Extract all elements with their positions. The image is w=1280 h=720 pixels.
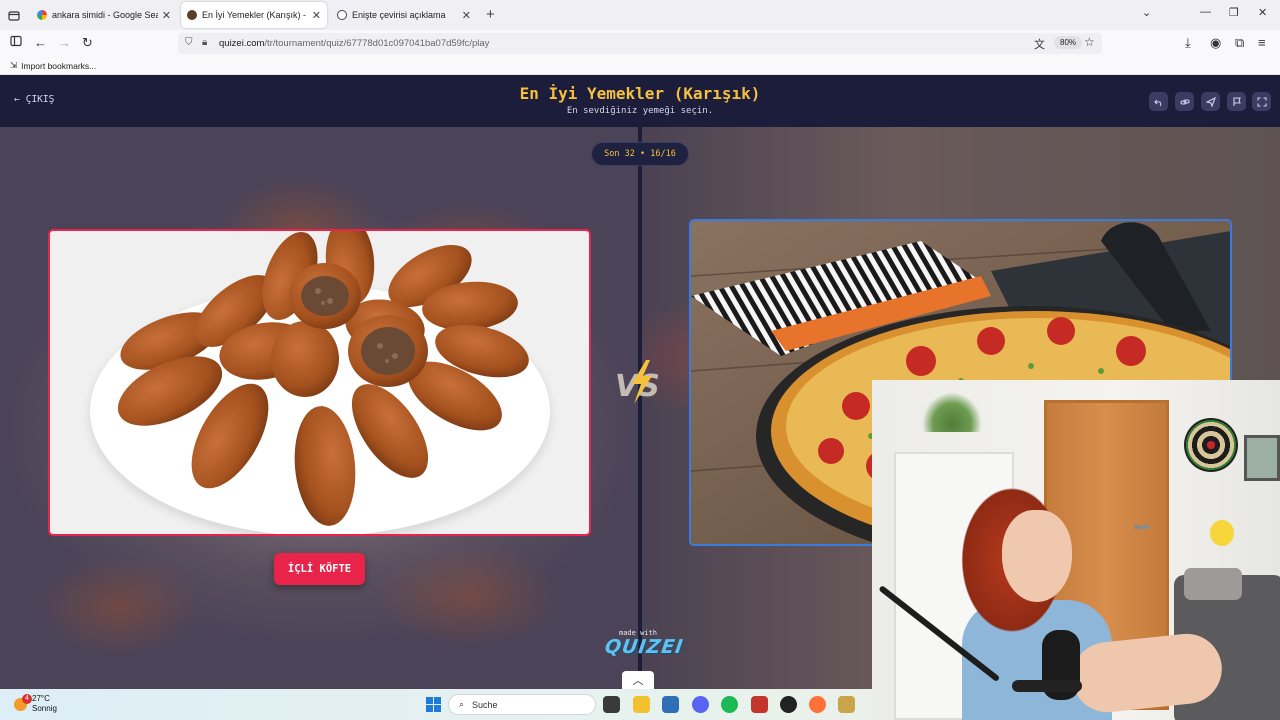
- weather-condition: Sonnig: [32, 704, 57, 713]
- address-bar[interactable]: ⛉ 🔒︎ quizei.com/tr/tournament/quiz/67778…: [178, 33, 1102, 54]
- tab-title: Enişte çevirisi açıklama: [352, 10, 446, 20]
- firefox-icon[interactable]: [809, 696, 826, 713]
- tab-translation[interactable]: Enişte çevirisi açıklama ✕: [331, 2, 477, 28]
- game-launcher-icon[interactable]: [838, 696, 855, 713]
- translate-icon[interactable]: 文: [1034, 36, 1045, 52]
- lock-icon[interactable]: 🔒︎: [202, 37, 207, 48]
- link-icon: [1179, 98, 1190, 105]
- kofte-image: [117, 231, 529, 526]
- round-badge: Son 32 • 16/16: [591, 142, 689, 166]
- undo-button[interactable]: [1149, 92, 1168, 111]
- task-view-icon[interactable]: [603, 696, 620, 713]
- link-button[interactable]: [1175, 92, 1194, 111]
- extensions-icon[interactable]: ⧉: [1235, 35, 1244, 51]
- url-text[interactable]: quizei.com/tr/tournament/quiz/67778d01c0…: [219, 38, 489, 49]
- close-tab-icon[interactable]: ✕: [162, 9, 171, 22]
- taskbar-search[interactable]: ⌕ Suche: [448, 694, 596, 715]
- google-icon: [37, 10, 47, 20]
- dartboard-image: [1184, 418, 1238, 472]
- forward-icon[interactable]: →: [58, 35, 71, 50]
- search-icon: ⌕: [459, 699, 465, 709]
- discord-icon[interactable]: [692, 696, 709, 713]
- notification-badge: 4: [22, 693, 32, 704]
- fullscreen-icon: [1256, 96, 1267, 107]
- browser-tab-bar: ankara simidi - Google Search ✕ En İyi Y…: [0, 0, 1280, 30]
- new-tab-icon[interactable]: +: [486, 6, 495, 23]
- search-placeholder: Suche: [472, 699, 498, 710]
- center-divider: [638, 127, 642, 689]
- quiz-subtitle: En sevdiğiniz yemeği seçin.: [566, 106, 714, 116]
- import-bookmarks[interactable]: ⇲ Import bookmarks...: [10, 60, 96, 71]
- obs-icon[interactable]: [780, 696, 797, 713]
- zoom-level[interactable]: 80%: [1054, 36, 1083, 49]
- report-button[interactable]: [1227, 92, 1246, 111]
- scroll-up-button[interactable]: ︿: [622, 671, 654, 689]
- close-tab-icon[interactable]: ✕: [462, 9, 471, 22]
- tab-title: En İyi Yemekler (Karışık) - Quizei: [202, 10, 308, 20]
- import-bookmarks-label: Import bookmarks...: [21, 60, 97, 71]
- mic-mount-image: [1012, 680, 1082, 692]
- temperature: 27°C: [32, 694, 50, 703]
- close-tab-icon[interactable]: ✕: [312, 9, 321, 22]
- quizei-logo[interactable]: QUIZEI: [603, 636, 685, 658]
- undo-icon: [1153, 99, 1161, 106]
- minimize-icon[interactable]: —: [1200, 6, 1211, 18]
- plant-image: [922, 392, 982, 432]
- door-handle-image: [1134, 525, 1150, 529]
- pillow-image: [1184, 568, 1242, 600]
- back-icon[interactable]: ←: [34, 35, 47, 50]
- tab-google-search[interactable]: ankara simidi - Google Search ✕: [31, 2, 177, 28]
- fullscreen-button[interactable]: [1252, 92, 1271, 111]
- left-choice-label[interactable]: İÇLİ KÖFTE: [274, 553, 365, 585]
- svg-text:VS: VS: [615, 369, 660, 404]
- spotify-icon[interactable]: [721, 696, 738, 713]
- plush-toy-image: [1210, 520, 1234, 546]
- downloads-icon[interactable]: ⤓: [1185, 35, 1191, 51]
- person-face: [1002, 510, 1072, 602]
- close-window-icon[interactable]: ✕: [1258, 6, 1267, 19]
- share-button[interactable]: [1201, 92, 1220, 111]
- shield-icon[interactable]: ⛉: [185, 37, 193, 48]
- menu-icon[interactable]: ≡: [1258, 35, 1266, 50]
- account-icon[interactable]: ◉: [1210, 35, 1221, 51]
- file-explorer-icon[interactable]: [633, 696, 650, 713]
- reload-icon[interactable]: ↻: [82, 35, 93, 51]
- flag-icon: [1232, 96, 1241, 106]
- weather-widget[interactable]: 4 27°C Sonnig: [14, 693, 57, 714]
- list-all-tabs-icon[interactable]: ⌄: [1142, 6, 1151, 19]
- vs-lightning-icon: VS: [615, 360, 660, 404]
- voicemeeter-icon[interactable]: [751, 696, 768, 713]
- left-choice-card[interactable]: [48, 229, 591, 536]
- tab-title: ankara simidi - Google Search: [52, 10, 158, 20]
- url-host: quizei.com: [219, 38, 265, 49]
- webcam-overlay: [872, 380, 1280, 720]
- bookmarks-toolbar: ⇲ Import bookmarks...: [0, 57, 1280, 75]
- send-icon: [1205, 96, 1216, 107]
- quiz-title: En İyi Yemekler (Karışık): [519, 84, 761, 103]
- bookmark-star-icon[interactable]: ☆: [1084, 35, 1095, 49]
- sidebar-toggle-icon[interactable]: [10, 35, 22, 50]
- wall-frame-image: [1244, 435, 1280, 481]
- sun-icon: 4: [14, 693, 32, 711]
- tab-list-icon[interactable]: [4, 6, 24, 24]
- restore-icon[interactable]: ❐: [1229, 6, 1239, 19]
- tab-quizei[interactable]: En İyi Yemekler (Karışık) - Quizei ✕: [181, 2, 327, 28]
- quiz-header: ← ÇIKIŞ En İyi Yemekler (Karışık) En sev…: [0, 75, 1280, 127]
- browser-nav-bar: ← → ↻ ⛉ 🔒︎ quizei.com/tr/tournament/quiz…: [0, 30, 1280, 57]
- quizei-favicon-icon: [187, 10, 197, 20]
- windows-start-icon[interactable]: [426, 697, 441, 712]
- globe-icon: [337, 10, 347, 20]
- url-path: /tr/tournament/quiz/67778d01c097041ba07d…: [264, 38, 490, 49]
- import-icon: ⇲: [10, 60, 18, 70]
- store-icon[interactable]: [662, 696, 679, 713]
